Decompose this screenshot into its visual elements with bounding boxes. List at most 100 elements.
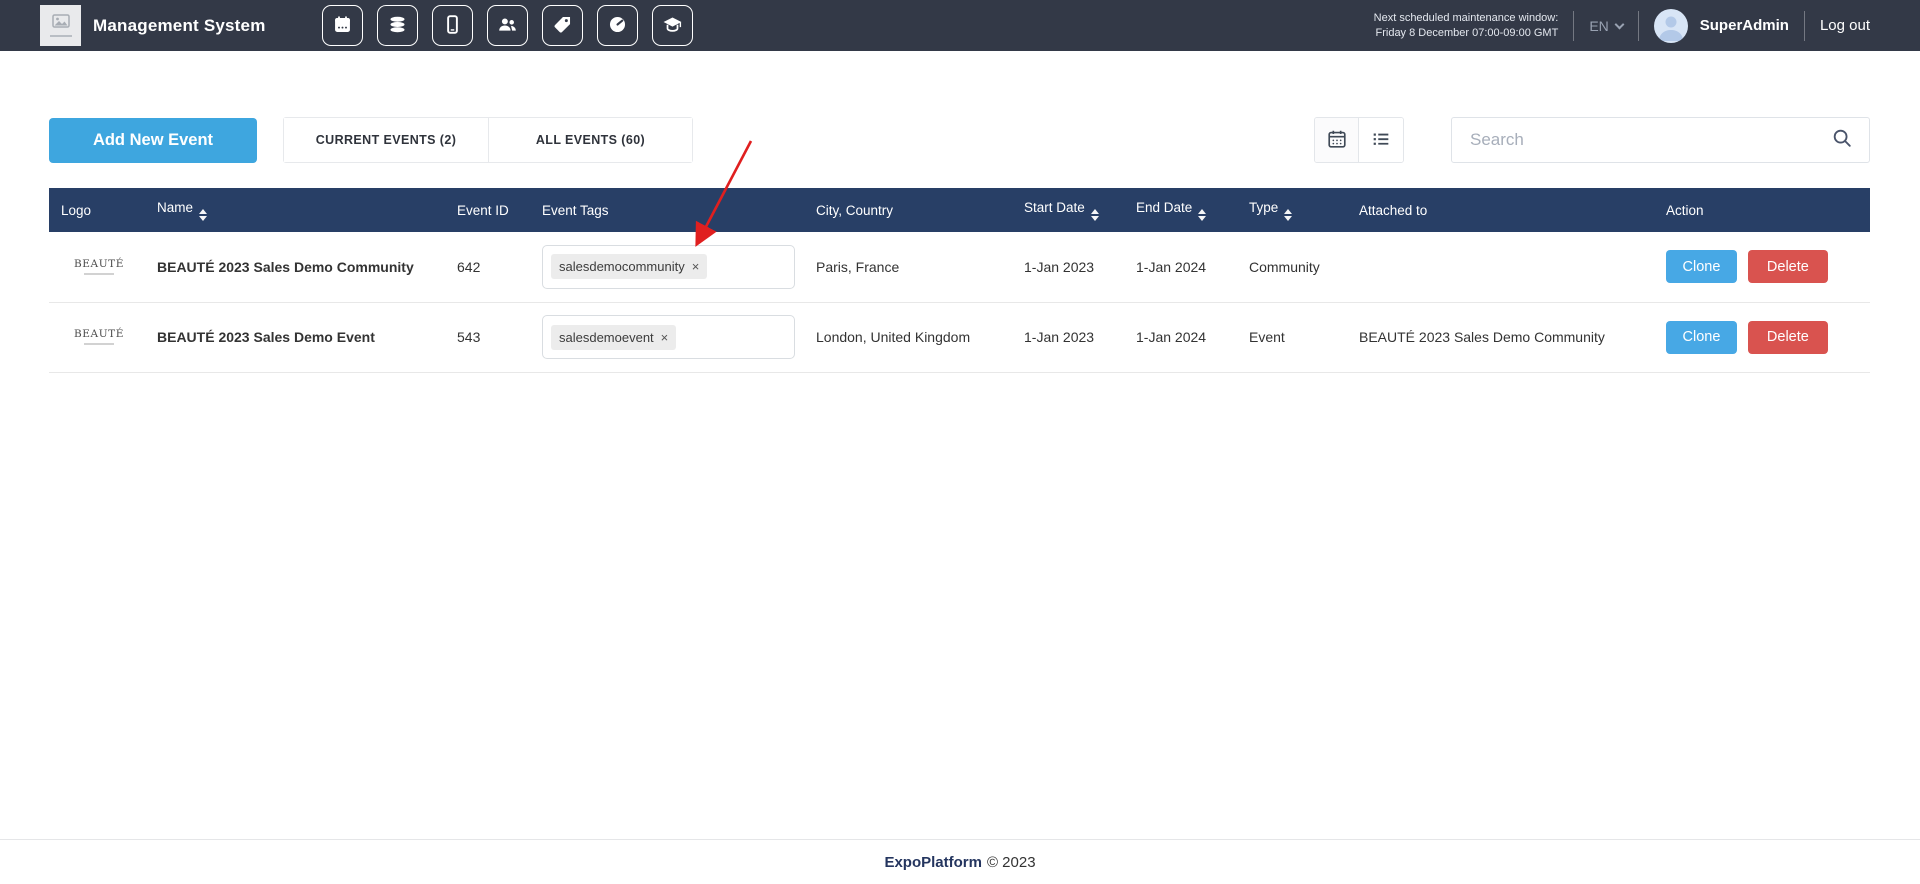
event-type: Event xyxy=(1237,302,1347,372)
logo-caption-bar xyxy=(50,35,72,37)
column-header-city-country: City, Country xyxy=(804,188,1012,232)
calendar-icon xyxy=(332,14,353,38)
tag-label: salesdemocommunity xyxy=(559,259,685,274)
nav-tag-button[interactable] xyxy=(542,5,583,46)
column-header-event-tags: Event Tags xyxy=(530,188,804,232)
search-icon[interactable] xyxy=(1831,127,1853,154)
delete-button[interactable]: Delete xyxy=(1748,250,1828,283)
clone-button[interactable]: Clone xyxy=(1666,321,1737,354)
event-logo-tagline xyxy=(84,343,114,345)
divider xyxy=(1804,11,1805,41)
footer-copyright: © 2023 xyxy=(987,854,1036,871)
nav-users-button[interactable] xyxy=(487,5,528,46)
users-icon xyxy=(497,14,518,38)
view-toggle xyxy=(1314,117,1404,163)
tags-input[interactable]: salesdemoevent × xyxy=(542,315,795,359)
remove-tag-icon[interactable]: × xyxy=(692,260,700,273)
no-image-icon xyxy=(52,14,70,33)
tag-chip: salesdemocommunity × xyxy=(551,254,707,279)
event-type: Community xyxy=(1237,232,1347,302)
column-header-end-date[interactable]: End Date xyxy=(1124,188,1237,232)
calendar-view-button[interactable] xyxy=(1315,118,1359,162)
event-id: 543 xyxy=(445,302,530,372)
sort-icon[interactable] xyxy=(1198,209,1206,221)
action-cell: Clone Delete xyxy=(1654,302,1870,372)
start-date: 1-Jan 2023 xyxy=(1012,232,1124,302)
event-name: BEAUTÉ 2023 Sales Demo Event xyxy=(145,302,445,372)
remove-tag-icon[interactable]: × xyxy=(661,331,669,344)
event-logo-tagline xyxy=(84,273,114,275)
delete-button[interactable]: Delete xyxy=(1748,321,1828,354)
add-new-event-button[interactable]: Add New Event xyxy=(49,118,257,163)
chevron-down-icon xyxy=(1614,19,1624,29)
sort-icon[interactable] xyxy=(1284,209,1292,221)
avatar[interactable] xyxy=(1654,9,1688,43)
search-input[interactable] xyxy=(1468,129,1831,151)
attached-to: BEAUTÉ 2023 Sales Demo Community xyxy=(1347,302,1654,372)
graduation-cap-icon xyxy=(662,14,683,38)
logout-button[interactable]: Log out xyxy=(1820,17,1870,34)
clone-button[interactable]: Clone xyxy=(1666,250,1737,283)
city-country: Paris, France xyxy=(804,232,1012,302)
mobile-icon xyxy=(442,14,463,38)
user-name[interactable]: SuperAdmin xyxy=(1700,17,1789,34)
events-table: Logo Name Event ID Event Tags City, Coun… xyxy=(49,188,1870,373)
maintenance-line2: Friday 8 December 07:00-09:00 GMT xyxy=(1374,26,1559,41)
nav-speedometer-button[interactable] xyxy=(597,5,638,46)
action-cell: Clone Delete xyxy=(1654,232,1870,302)
nav-calendar-button[interactable] xyxy=(322,5,363,46)
navbar-right: Next scheduled maintenance window: Frida… xyxy=(1374,9,1870,43)
city-country: London, United Kingdom xyxy=(804,302,1012,372)
column-header-type[interactable]: Type xyxy=(1237,188,1347,232)
maintenance-notice: Next scheduled maintenance window: Frida… xyxy=(1374,11,1559,41)
start-date: 1-Jan 2023 xyxy=(1012,302,1124,372)
main-nav xyxy=(322,5,693,46)
tag-chip: salesdemoevent × xyxy=(551,325,676,350)
app-title: Management System xyxy=(93,16,266,36)
app-logo-placeholder[interactable] xyxy=(40,5,81,46)
table-row: BEAUTÉ BEAUTÉ 2023 Sales Demo Community … xyxy=(49,232,1870,302)
nav-graduation-cap-button[interactable] xyxy=(652,5,693,46)
column-header-attached-to: Attached to xyxy=(1347,188,1654,232)
column-header-event-id: Event ID xyxy=(445,188,530,232)
event-name: BEAUTÉ 2023 Sales Demo Community xyxy=(145,232,445,302)
end-date: 1-Jan 2024 xyxy=(1124,232,1237,302)
list-view-icon xyxy=(1370,128,1392,153)
tag-label: salesdemoevent xyxy=(559,330,654,345)
database-icon xyxy=(387,14,408,38)
nav-database-button[interactable] xyxy=(377,5,418,46)
event-id: 642 xyxy=(445,232,530,302)
column-header-logo: Logo xyxy=(49,188,145,232)
calendar-view-icon xyxy=(1326,128,1348,153)
speedometer-icon xyxy=(607,14,628,38)
sort-icon[interactable] xyxy=(199,209,207,221)
event-tags-cell: salesdemoevent × xyxy=(530,302,804,372)
page-footer: ExpoPlatform © 2023 xyxy=(0,839,1920,884)
language-selector[interactable]: EN xyxy=(1589,18,1622,34)
tab-current-events[interactable]: CURRENT EVENTS (2) xyxy=(284,118,488,162)
nav-mobile-button[interactable] xyxy=(432,5,473,46)
tags-input[interactable]: salesdemocommunity × xyxy=(542,245,795,289)
logo-cell: BEAUTÉ xyxy=(49,232,145,302)
table-row: BEAUTÉ BEAUTÉ 2023 Sales Demo Event 543 … xyxy=(49,302,1870,372)
maintenance-line1: Next scheduled maintenance window: xyxy=(1374,11,1559,26)
attached-to xyxy=(1347,232,1654,302)
logo-cell: BEAUTÉ xyxy=(49,302,145,372)
tab-all-events[interactable]: ALL EVENTS (60) xyxy=(488,118,692,162)
table-header-row: Logo Name Event ID Event Tags City, Coun… xyxy=(49,188,1870,232)
column-header-action: Action xyxy=(1654,188,1870,232)
language-label: EN xyxy=(1589,18,1608,34)
top-navbar: Management System Next scheduled mainten… xyxy=(0,0,1920,51)
sort-icon[interactable] xyxy=(1091,209,1099,221)
event-logo: BEAUTÉ xyxy=(61,259,137,270)
column-header-name[interactable]: Name xyxy=(145,188,445,232)
event-tags-cell: salesdemocommunity × xyxy=(530,232,804,302)
divider xyxy=(1638,11,1639,41)
search-box xyxy=(1451,117,1870,163)
divider xyxy=(1573,11,1574,41)
list-view-button[interactable] xyxy=(1359,118,1403,162)
column-header-start-date[interactable]: Start Date xyxy=(1012,188,1124,232)
events-toolbar: Add New Event CURRENT EVENTS (2) ALL EVE… xyxy=(49,117,1870,163)
end-date: 1-Jan 2024 xyxy=(1124,302,1237,372)
tag-icon xyxy=(552,14,573,38)
